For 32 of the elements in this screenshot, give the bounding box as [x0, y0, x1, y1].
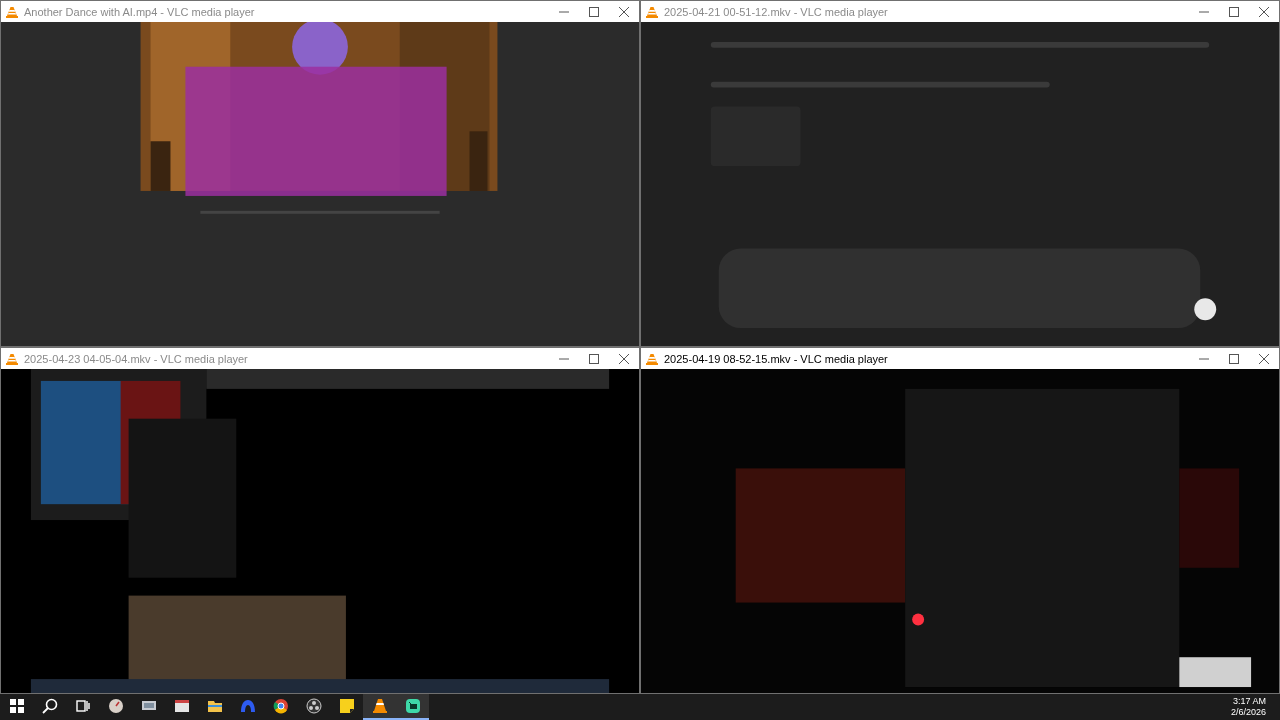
search-icon: [41, 698, 58, 714]
app-icon: [404, 698, 421, 714]
vlc-cone-icon: [6, 352, 18, 365]
taskbar-app-button[interactable]: [363, 694, 396, 720]
close-icon: [1259, 6, 1269, 17]
clock-date: 2/6/2026: [1230, 707, 1266, 718]
window-title: 2025-04-23 04-05-04.mkv - VLC media player: [24, 352, 249, 365]
circle-icon: [305, 698, 322, 714]
arch-icon: [239, 698, 256, 714]
vlc-cone-icon: [646, 5, 658, 18]
vlc-cone-icon: [646, 352, 658, 365]
vlc-cone-icon: [6, 5, 18, 18]
maximize-icon: [589, 353, 599, 364]
window-title: 2025-04-21 00-51-12.mkv - VLC media player: [664, 5, 889, 18]
folder-icon: [206, 698, 223, 714]
windows-logo-icon: [9, 699, 24, 713]
close-icon: [1259, 353, 1269, 364]
maximize-icon: [589, 6, 599, 17]
close-icon: [619, 353, 629, 364]
maximize-icon: [1229, 6, 1239, 17]
maximize-icon: [1229, 353, 1239, 364]
taskbar-app-button[interactable]: [396, 694, 429, 720]
close-icon: [619, 6, 629, 17]
chrome-icon: [272, 698, 289, 714]
window-title: Another Dance with AI.mp4 - VLC media player: [24, 5, 256, 18]
window-title: 2025-04-19 08-52-15.mkv - VLC media player: [664, 352, 889, 365]
clock-icon: [107, 698, 124, 714]
window-icon: [173, 698, 190, 714]
task-view-icon: [75, 699, 90, 713]
clock-time: 3:17 AM: [1232, 696, 1266, 707]
sticky-note-icon: [338, 698, 355, 714]
vlc-cone-icon: [371, 698, 388, 714]
